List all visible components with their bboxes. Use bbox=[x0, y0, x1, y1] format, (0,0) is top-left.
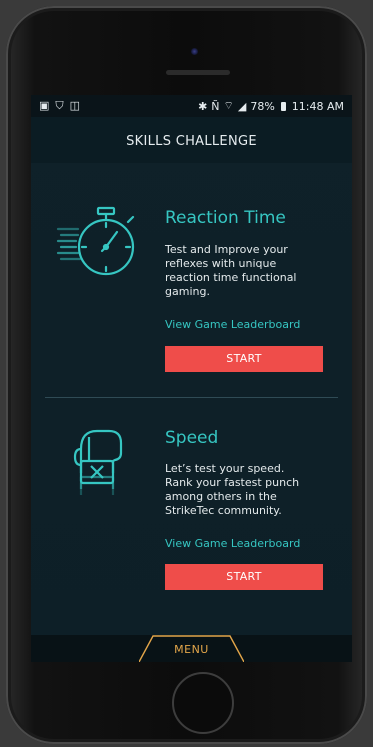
page-title: SKILLS CHALLENGE bbox=[126, 134, 257, 149]
reaction-time-title: Reaction Time bbox=[165, 208, 286, 228]
shield-icon: ⛉ bbox=[55, 99, 64, 112]
card-divider bbox=[45, 397, 338, 398]
boxing-glove-icon bbox=[73, 429, 123, 495]
speed-description: Let’s test your speed. Rank your fastest… bbox=[165, 462, 300, 517]
battery-percent: 78% bbox=[250, 99, 275, 113]
menu-button[interactable]: MENU bbox=[139, 643, 244, 656]
speed-start-button[interactable]: START bbox=[165, 564, 323, 590]
reaction-time-start-button[interactable]: START bbox=[165, 346, 323, 372]
clock: 11:48 AM bbox=[291, 99, 344, 113]
bluetooth-icon: ✱ bbox=[198, 99, 208, 113]
image-icon: ▣ bbox=[39, 99, 50, 112]
speed-leaderboard-link[interactable]: View Game Leaderboard bbox=[165, 537, 300, 550]
app-screen: ▣ ⛉ ◫ ✱ Ñ ⌔ ◢ 78% 11:48 AM SKILLS CHALLE… bbox=[31, 95, 352, 662]
earpiece-speaker bbox=[166, 70, 230, 75]
app-header: SKILLS CHALLENGE bbox=[31, 117, 352, 163]
wifi-icon: ⌔ bbox=[223, 99, 234, 112]
signal-icon: ◢ bbox=[237, 99, 247, 113]
home-button[interactable] bbox=[172, 672, 234, 734]
battery-icon bbox=[280, 101, 286, 111]
alarm-icon: ◫ bbox=[69, 99, 81, 112]
reaction-time-description: Test and Improve your reflexes with uniq… bbox=[165, 243, 297, 298]
nfc-icon: Ñ bbox=[211, 99, 220, 113]
reaction-time-leaderboard-link[interactable]: View Game Leaderboard bbox=[165, 318, 300, 331]
front-camera bbox=[191, 48, 198, 55]
status-bar: ▣ ⛉ ◫ ✱ Ñ ⌔ ◢ 78% 11:48 AM bbox=[31, 95, 352, 117]
speed-title: Speed bbox=[165, 428, 219, 448]
stopwatch-icon bbox=[56, 206, 135, 276]
